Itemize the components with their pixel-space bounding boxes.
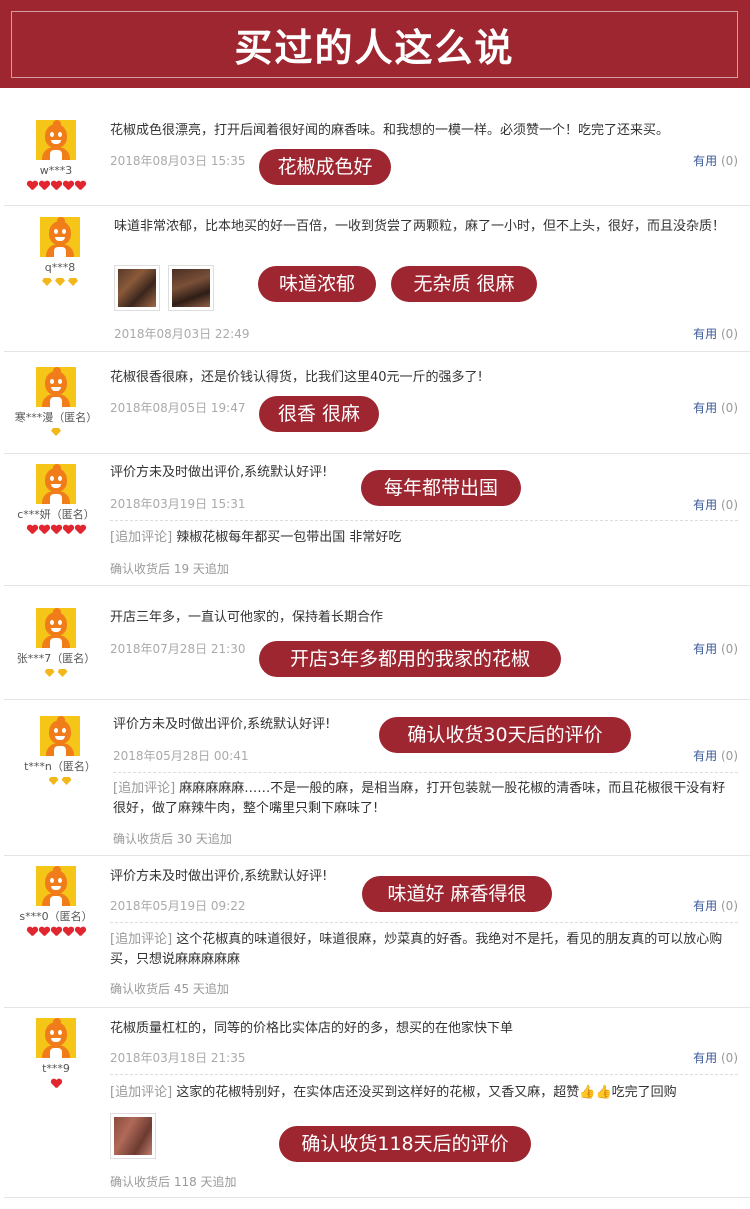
review-item: t***9 花椒质量杠杠的，同等的价格比实体店的好的多，想买的在他家快下单 20… [4, 1008, 750, 1198]
reviewer-rank-heart-icon [4, 1079, 108, 1090]
review-item: w***3 花椒成色很漂亮，打开后闻着很好闻的麻香味。和我想的一模一样。必须赞一… [4, 88, 750, 206]
review-item: t***n（匿名） 评价方未及时做出评价,系统默认好评! 2018年05月28日… [4, 700, 750, 856]
reviewer-info: w***3 [4, 120, 108, 192]
useful-button[interactable]: 有用 (0) [693, 1049, 738, 1066]
reviewer-rank-diamond-icon [8, 278, 112, 289]
review-content: 花椒很香很麻，还是价钱认得货，比我们这里40元一斤的强多了! 2018年08月0… [110, 368, 738, 438]
review-text: 花椒很香很麻，还是价钱认得货，比我们这里40元一斤的强多了! [110, 370, 483, 385]
reviewer-rank-diamond-icon [4, 428, 108, 439]
highlight-tag: 确认收货30天后的评价 [379, 717, 631, 753]
avatar[interactable] [36, 608, 76, 648]
review-item: s***0（匿名） 评价方未及时做出评价,系统默认好评! 2018年05月19日… [4, 856, 750, 1008]
avatar[interactable] [36, 1018, 76, 1058]
useful-button[interactable]: 有用 (0) [693, 399, 738, 416]
divider [110, 520, 738, 521]
review-text: 味道非常浓郁，比本地买的好一百倍，一收到货尝了两颗粒，麻了一小时，但不上头，很好… [114, 219, 726, 234]
reviewer-name: s***0（匿名） [19, 910, 93, 923]
review-date: 2018年08月05日 19:47 [110, 401, 246, 415]
useful-button[interactable]: 有用 (0) [693, 152, 738, 169]
append-tag: [追加评论] [110, 530, 173, 545]
highlight-tag: 味道浓郁 [258, 266, 376, 302]
review-date: 2018年03月18日 21:35 [110, 1051, 246, 1065]
append-time-note: 确认收货后 30 天追加 [113, 832, 232, 846]
reviewer-info: c***妍（匿名） [4, 464, 108, 536]
highlight-tag: 每年都带出国 [361, 470, 521, 506]
review-text: 花椒成色很漂亮，打开后闻着很好闻的麻香味。和我想的一模一样。必须赞一个！吃完了还… [110, 123, 670, 138]
avatar[interactable] [40, 217, 80, 257]
reviewer-name: 寒***漫（匿名） [14, 411, 98, 424]
review-text: 开店三年多，一直认可他家的，保持着长期合作 [110, 610, 384, 625]
divider [110, 1074, 738, 1075]
review-item: 张***7（匿名） 开店三年多，一直认可他家的，保持着长期合作 2018年07月… [4, 586, 750, 700]
review-date: 2018年05月28日 00:41 [113, 749, 249, 763]
reviewer-name: w***3 [39, 164, 73, 177]
avatar[interactable] [40, 716, 80, 756]
review-content: 花椒质量杠杠的，同等的价格比实体店的好的多，想买的在他家快下单 2018年03月… [110, 1019, 738, 1195]
review-item: q***8 味道非常浓郁，比本地买的好一百倍，一收到货尝了两颗粒，麻了一小时，但… [4, 206, 750, 352]
append-time-note: 确认收货后 19 天追加 [110, 562, 229, 576]
reviewer-name: q***8 [44, 261, 76, 274]
highlight-tag: 很香 很麻 [259, 396, 379, 432]
banner-frame: 买过的人这么说 [11, 11, 738, 78]
review-text: 花椒质量杠杠的，同等的价格比实体店的好的多，想买的在他家快下单 [110, 1021, 514, 1036]
append-time-note: 确认收货后 45 天追加 [110, 982, 229, 996]
append-text: 麻麻麻麻麻……不是一般的麻，是相当麻，打开包装就一股花椒的清香味，而且花椒很干没… [113, 781, 726, 816]
review-photo[interactable] [110, 1113, 156, 1159]
review-photo[interactable] [168, 265, 214, 311]
review-item: c***妍（匿名） 评价方未及时做出评价,系统默认好评! 2018年03月19日… [4, 454, 750, 586]
append-tag: [追加评论] [113, 781, 176, 796]
appended-review: [追加评论] 这个花椒真的味道很好，味道很麻，炒菜真的好香。我绝对不是托，看见的… [110, 930, 738, 970]
review-date: 2018年08月03日 15:35 [110, 154, 246, 168]
reviewer-name: t***n（匿名） [24, 760, 96, 773]
appended-review: [追加评论] 辣椒花椒每年都买一包带出国 非常好吃 [110, 528, 401, 548]
review-date: 2018年03月19日 15:31 [110, 497, 246, 511]
useful-button[interactable]: 有用 (0) [693, 747, 738, 764]
append-tag: [追加评论] [110, 932, 173, 947]
appended-review: [追加评论] 麻麻麻麻麻……不是一般的麻，是相当麻，打开包装就一股花椒的清香味，… [113, 779, 738, 819]
avatar[interactable] [36, 120, 76, 160]
append-text: 辣椒花椒每年都买一包带出国 非常好吃 [176, 530, 402, 545]
divider [113, 772, 738, 773]
append-tag: [追加评论] [110, 1085, 173, 1100]
reviewer-name: c***妍（匿名） [17, 508, 95, 521]
useful-button[interactable]: 有用 (0) [693, 325, 738, 342]
highlight-tag: 确认收货118天后的评价 [279, 1126, 531, 1162]
appended-review: [追加评论] 这家的花椒特别好，在实体店还没买到这样好的花椒，又香又麻，超赞👍👍… [110, 1083, 677, 1103]
useful-button[interactable]: 有用 (0) [693, 496, 738, 513]
reviewer-rank-hearts-icon [4, 525, 108, 536]
reviewer-rank-diamond-icon [8, 777, 112, 788]
review-item: 寒***漫（匿名） 花椒很香很麻，还是价钱认得货，比我们这里40元一斤的强多了!… [4, 352, 750, 454]
reviewer-rank-hearts-icon [4, 181, 108, 192]
reviewer-name: 张***7（匿名） [16, 652, 96, 665]
useful-button[interactable]: 有用 (0) [693, 640, 738, 657]
highlight-tag: 花椒成色好 [259, 149, 391, 185]
reviewer-rank-hearts-icon [4, 927, 108, 938]
review-date: 2018年07月28日 21:30 [110, 642, 246, 656]
review-date: 2018年08月03日 22:49 [114, 327, 250, 341]
avatar[interactable] [36, 866, 76, 906]
append-time-note: 确认收货后 118 天追加 [110, 1175, 237, 1189]
reviewer-info: q***8 [8, 217, 112, 289]
review-content: 花椒成色很漂亮，打开后闻着很好闻的麻香味。和我想的一模一样。必须赞一个！吃完了还… [110, 121, 738, 191]
useful-button[interactable]: 有用 (0) [693, 897, 738, 914]
reviewer-rank-diamond-icon [4, 669, 108, 680]
review-photo[interactable] [114, 265, 160, 311]
review-date: 2018年05月19日 09:22 [110, 899, 246, 913]
reviewer-info: 张***7（匿名） [4, 608, 108, 680]
append-text: 这家的花椒特别好，在实体店还没买到这样好的花椒，又香又麻，超赞👍👍吃完了回购 [176, 1085, 677, 1100]
highlight-tag: 味道好 麻香得很 [362, 876, 552, 912]
append-text: 这个花椒真的味道很好，味道很麻，炒菜真的好香。我绝对不是托，看见的朋友真的可以放… [110, 932, 723, 967]
reviewer-name: t***9 [42, 1062, 70, 1075]
banner-title: 买过的人这么说 [234, 25, 515, 70]
avatar[interactable] [36, 464, 76, 504]
highlight-tag: 开店3年多都用的我家的花椒 [259, 641, 561, 677]
reviewer-info: t***n（匿名） [8, 716, 112, 788]
header-banner: 买过的人这么说 [0, 0, 750, 88]
divider [110, 922, 738, 923]
avatar[interactable] [36, 367, 76, 407]
reviewer-info: s***0（匿名） [4, 866, 108, 938]
highlight-tag: 无杂质 很麻 [391, 266, 537, 302]
reviewer-info: t***9 [4, 1018, 108, 1090]
reviewer-info: 寒***漫（匿名） [4, 367, 108, 439]
